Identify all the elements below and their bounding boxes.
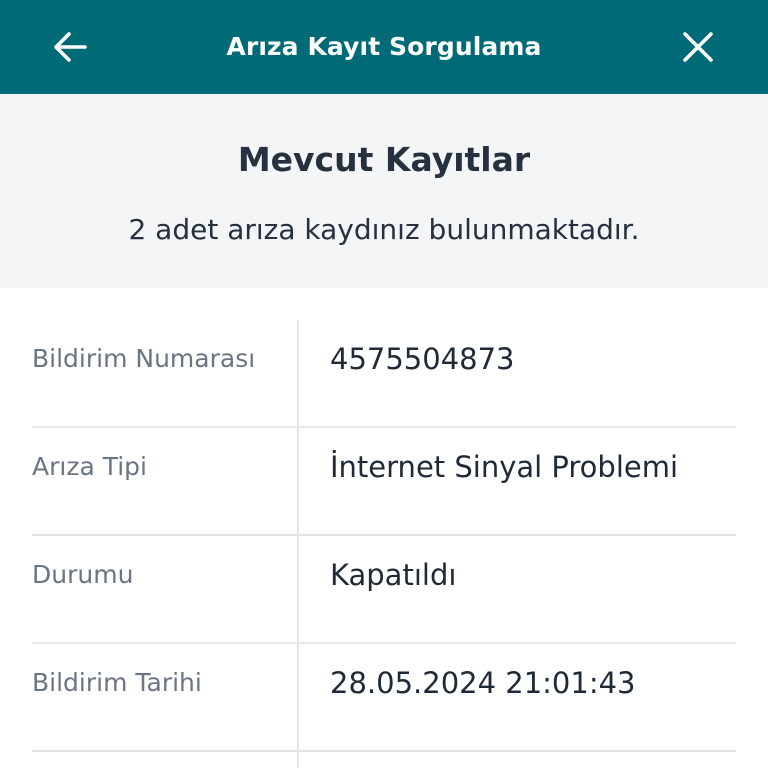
arrow-left-icon (54, 32, 87, 62)
header-bar: Arıza Kayıt Sorgulama (0, 0, 768, 94)
summary-heading: Mevcut Kayıtlar (237, 140, 531, 179)
record-row-notification-date: Bildirim Tarihi 28.05.2024 21:01:43 (32, 644, 736, 752)
record-row-status: Durumu Kapatıldı (32, 536, 736, 644)
row-label: Bildirim Tarihi (32, 668, 202, 697)
close-icon (683, 32, 713, 62)
row-label: Arıza Tipi (32, 452, 147, 481)
record-row-fault-type: Arıza Tipi İnternet Sinyal Problemi (32, 428, 736, 536)
row-value: Kapatıldı (330, 558, 457, 592)
summary-panel: Mevcut Kayıtlar 2 adet arıza kaydınız bu… (0, 94, 768, 288)
row-value: 4575504873 (330, 342, 515, 376)
record-table: Bildirim Numarası 4575504873 Arıza Tipi … (32, 320, 736, 752)
row-label: Durumu (32, 560, 134, 589)
row-value: İnternet Sinyal Problemi (330, 450, 679, 484)
back-button[interactable] (40, 23, 100, 71)
summary-subtitle: 2 adet arıza kaydınız bulunmaktadır. (128, 213, 640, 246)
close-button[interactable] (668, 23, 728, 71)
row-value: 28.05.2024 21:01:43 (330, 666, 636, 700)
page-title: Arıza Kayıt Sorgulama (226, 32, 542, 61)
record-row-notification-number: Bildirim Numarası 4575504873 (32, 320, 736, 428)
row-label: Bildirim Numarası (32, 344, 256, 373)
app-screen: Arıza Kayıt Sorgulama Mevcut Kayıtlar 2 … (0, 0, 768, 768)
